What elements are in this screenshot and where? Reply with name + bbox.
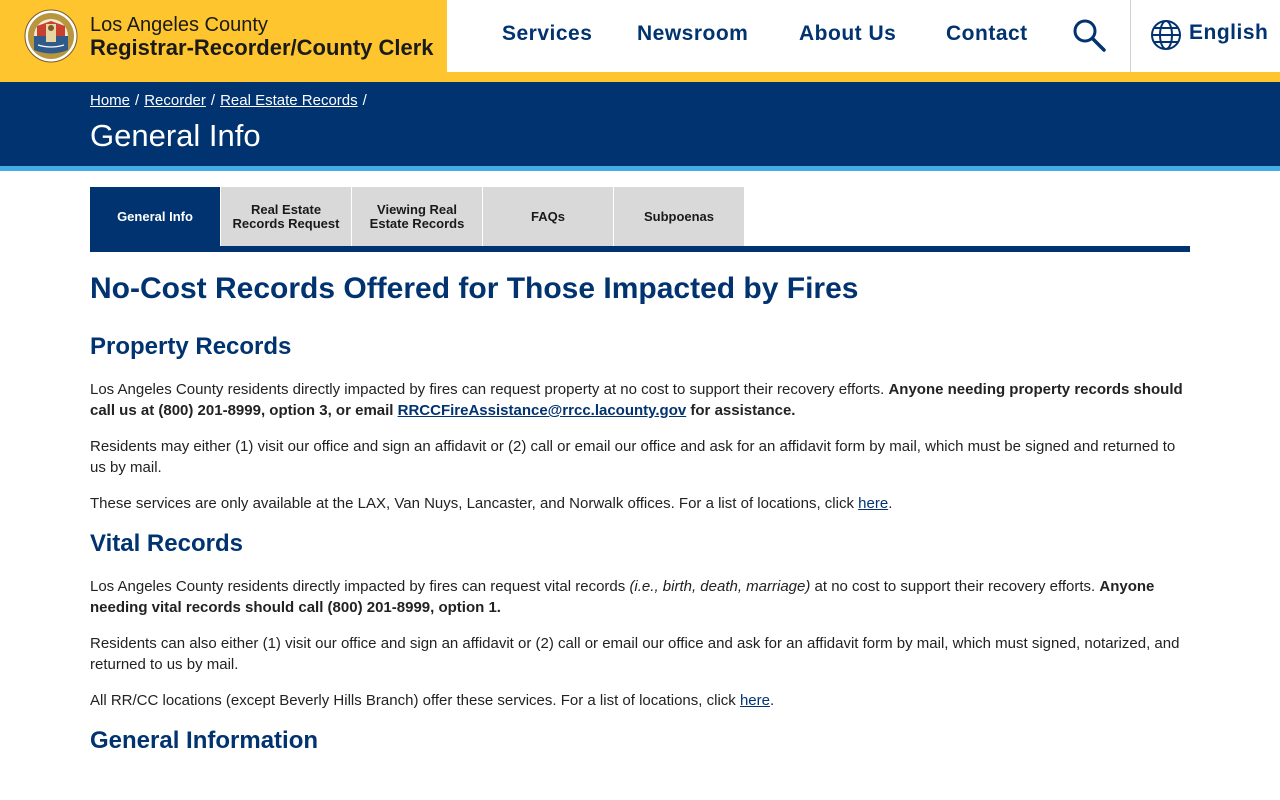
header-accent-bar: [0, 72, 1280, 82]
fire-assistance-email-link[interactable]: RRCCFireAssistance@rrcc.lacounty.gov: [398, 402, 687, 419]
vital-paragraph-1: Los Angeles County residents directly im…: [90, 576, 1190, 618]
section-tabs: General Info Real Estate Records Request…: [90, 187, 1190, 252]
tab-real-estate-records-request[interactable]: Real Estate Records Request: [221, 187, 351, 246]
nav-newsroom[interactable]: Newsroom: [637, 20, 748, 48]
property-locations-link[interactable]: here: [858, 495, 888, 512]
property-p3-text: These services are only available at the…: [90, 495, 859, 512]
vital-paragraph-3: All RR/CC locations (except Beverly Hill…: [90, 690, 1190, 711]
vital-p3-end: .: [769, 692, 775, 709]
breadcrumb: Home / Recorder / Real Estate Records /: [90, 92, 372, 109]
brand-department-name: Registrar-Recorder/County Clerk: [90, 35, 434, 60]
breadcrumb-separator: /: [135, 92, 140, 109]
breadcrumb-separator: /: [210, 92, 216, 109]
tab-subpoenas[interactable]: Subpoenas: [614, 187, 744, 246]
site-header: Los Angeles County Registrar-Recorder/Co…: [0, 0, 1280, 72]
main-heading: No-Cost Records Offered for Those Impact…: [90, 272, 859, 305]
nav-about-us[interactable]: About Us: [799, 20, 896, 48]
main-content: No-Cost Records Offered for Those Impact…: [90, 270, 1190, 773]
nav-contact[interactable]: Contact: [946, 20, 1028, 48]
nav-services[interactable]: Services: [502, 20, 592, 48]
vital-p1-text: Los Angeles County residents directly im…: [90, 578, 630, 595]
vital-p1-text-2: at no cost to support their recovery eff…: [810, 578, 1100, 595]
tab-viewing-real-estate-records[interactable]: Viewing Real Estate Records: [352, 187, 482, 246]
page-title: General Info: [90, 118, 261, 153]
property-p1-text: Los Angeles County residents directly im…: [90, 381, 889, 398]
brand-county-name: Los Angeles County: [90, 14, 268, 36]
breadcrumb-real-estate-records[interactable]: Real Estate Records: [220, 92, 358, 109]
search-button[interactable]: [1070, 16, 1110, 56]
tabs-underline: [90, 246, 1190, 252]
globe-icon: [1151, 20, 1181, 50]
tab-general-info[interactable]: General Info: [90, 187, 220, 246]
vital-p3-text: All RR/CC locations (except Beverly Hill…: [90, 692, 740, 709]
section-heading-general-information: General Information: [90, 727, 319, 754]
property-p1-bold-end: for assistance.: [686, 402, 796, 419]
header-divider: [1130, 0, 1131, 72]
property-paragraph-3: These services are only available at the…: [90, 493, 1190, 514]
property-p3-end: .: [888, 495, 893, 512]
brand-block[interactable]: Los Angeles County Registrar-Recorder/Co…: [0, 0, 447, 72]
language-label: English: [1189, 21, 1269, 44]
county-seal-logo: [24, 9, 78, 63]
property-paragraph-2: Residents may either (1) visit our offic…: [90, 438, 1176, 476]
tab-faqs[interactable]: FAQs: [483, 187, 613, 246]
vital-locations-link[interactable]: here: [740, 692, 770, 709]
search-icon: [1073, 19, 1106, 52]
breadcrumb-home[interactable]: Home: [90, 92, 130, 109]
breadcrumb-separator: /: [362, 92, 367, 109]
section-heading-property-records: Property Records: [90, 333, 292, 360]
section-heading-vital-records: Vital Records: [90, 530, 243, 557]
breadcrumb-recorder[interactable]: Recorder: [144, 92, 206, 109]
banner-accent-bar: [0, 166, 1280, 171]
property-paragraph-1: Los Angeles County residents directly im…: [90, 379, 1190, 421]
vital-paragraph-2: Residents can also either (1) visit our …: [90, 635, 1180, 673]
page-banner: Home / Recorder / Real Estate Records / Gener…: [0, 82, 1280, 168]
vital-p1-italic: (i.e., birth, death, marriage): [629, 578, 811, 595]
